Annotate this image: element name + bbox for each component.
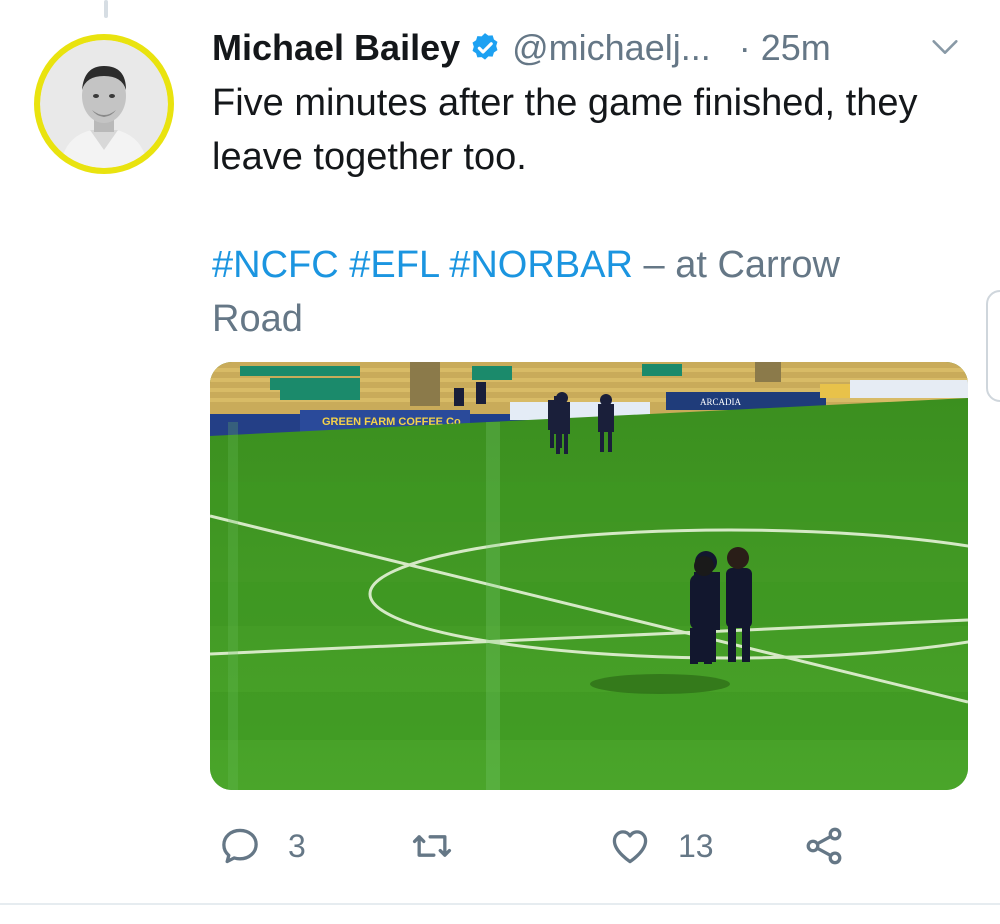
hashtag-link[interactable]: #NORBAR xyxy=(449,244,633,286)
like-count: 13 xyxy=(678,827,714,864)
reply-icon xyxy=(222,828,258,864)
heart-icon xyxy=(612,830,648,864)
like-button[interactable]: 13 xyxy=(608,818,714,874)
share-icon xyxy=(806,827,842,865)
ad-board-text: ARCADIA xyxy=(700,397,742,407)
tweet-media-photo[interactable]: GREEN FARM COFFEE Co ARCADIA xyxy=(210,362,968,790)
retweet-icon xyxy=(412,835,452,857)
tweet-text: Five minutes after the game finished, th… xyxy=(212,82,918,178)
retweet-button[interactable] xyxy=(410,818,480,874)
reply-count: 3 xyxy=(288,827,306,864)
tweet-actions: 3 13 xyxy=(212,818,952,874)
hashtag-link[interactable]: #EFL xyxy=(349,244,438,286)
chevron-down-icon[interactable] xyxy=(928,30,962,64)
thread-connector-line xyxy=(104,0,108,18)
author-handle[interactable]: @michaelj... xyxy=(512,27,711,69)
tweet-tags-line: #NCFC #EFL #NORBAR – at Carrow Road xyxy=(212,238,912,346)
avatar-photo xyxy=(40,40,168,168)
scrollbar-handle[interactable] xyxy=(986,290,1000,402)
author-name[interactable]: Michael Bailey xyxy=(212,27,460,69)
avatar[interactable] xyxy=(34,34,174,174)
share-button[interactable] xyxy=(802,818,846,874)
verified-badge-icon xyxy=(468,31,502,65)
tweet-timestamp[interactable]: · 25m xyxy=(739,27,831,69)
tweet-divider xyxy=(0,903,1000,905)
reply-button[interactable]: 3 xyxy=(218,818,306,874)
hashtag-link[interactable]: #NCFC xyxy=(212,244,339,286)
tweet-header: Michael Bailey @michaelj... · 25m xyxy=(212,24,831,72)
